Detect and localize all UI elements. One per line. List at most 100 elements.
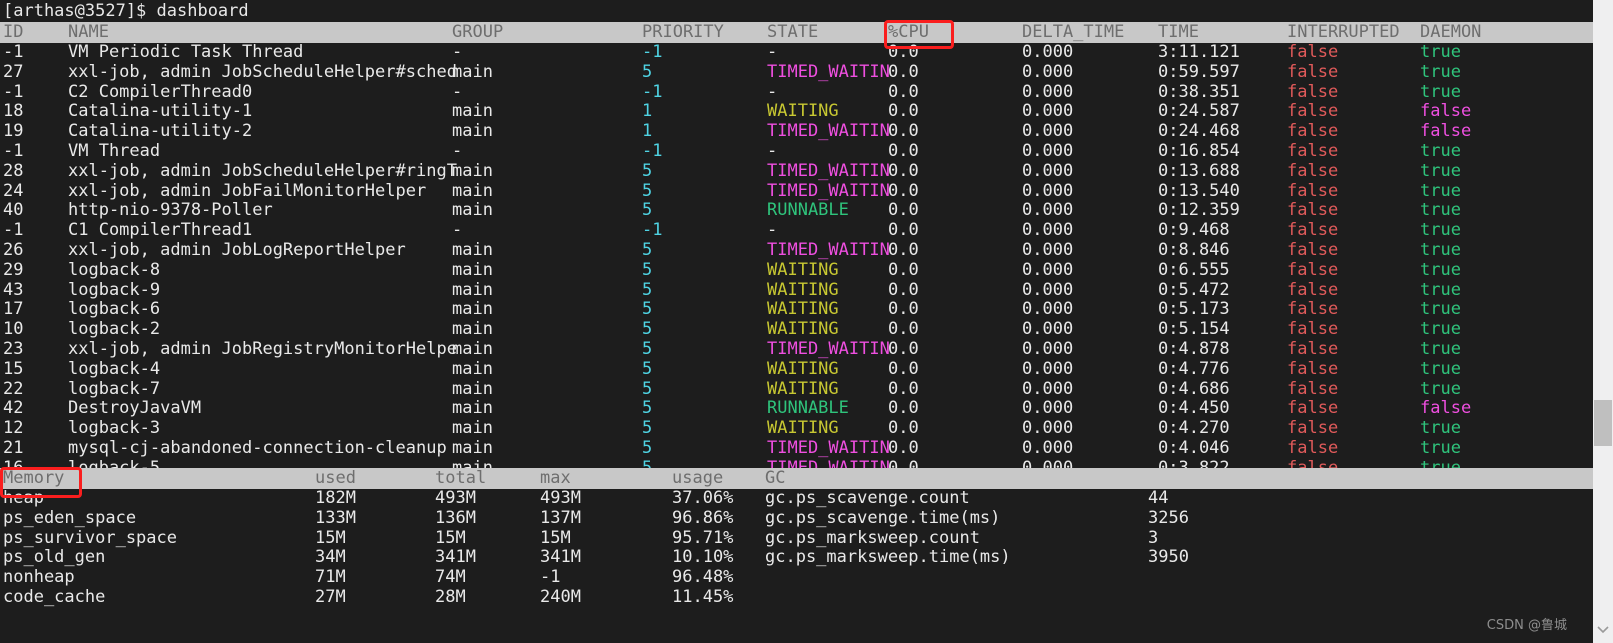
td-daemon: true [1420, 437, 1461, 458]
td-delta-time: 0.000 [1022, 81, 1074, 102]
td-state: - [767, 81, 778, 102]
td-interrupted: false [1287, 200, 1339, 221]
td-name: Catalina-utility-1 [68, 101, 253, 122]
td-interrupted: false [1287, 358, 1339, 379]
td-id: 26 [3, 239, 24, 260]
td-priority: 5 [642, 160, 653, 181]
td-state: - [767, 220, 778, 241]
td-group: main [452, 338, 493, 359]
terminal-window[interactable]: [arthas@3527]$ dashboard ID NAME GROUP P… [0, 0, 1593, 643]
td-name: logback-9 [68, 279, 161, 300]
td-state: TIMED_WAITIN [767, 61, 890, 82]
mh-max: max [540, 468, 571, 488]
td-delta-time: 0.000 [1022, 299, 1074, 320]
vertical-scrollbar-track[interactable] [1593, 0, 1613, 643]
td-id: 18 [3, 101, 24, 122]
md-name: ps_old_gen [3, 547, 106, 568]
thread-row: 18 Catalina-utility-1 main 1 WAITING 0.0 0.000… [0, 102, 1593, 122]
td-cpu: 0.0 [888, 101, 919, 122]
td-cpu: 0.0 [888, 160, 919, 181]
td-cpu: 0.0 [888, 220, 919, 241]
td-delta-time: 0.000 [1022, 239, 1074, 260]
td-id: -1 [3, 140, 24, 161]
td-delta-time: 0.000 [1022, 398, 1074, 419]
td-delta-time: 0.000 [1022, 61, 1074, 82]
td-priority: 5 [642, 398, 653, 419]
td-cpu: 0.0 [888, 418, 919, 439]
td-daemon: true [1420, 358, 1461, 379]
td-group: main [452, 358, 493, 379]
gc-label: gc.ps_scavenge.count [765, 488, 970, 508]
thread-row: 23 xxl-job, admin JobRegistryMonitorHelpe… [0, 338, 1593, 360]
td-daemon: true [1420, 319, 1461, 340]
td-priority: 5 [642, 418, 653, 439]
md-total: 74M [435, 567, 466, 588]
th-state: STATE [767, 22, 819, 42]
td-priority: -1 [642, 81, 663, 102]
thread-row: 10 logback-2 main 5 WAITING 0.0 0.000 0:5.154 fa… [0, 319, 1593, 340]
md-name: heap [3, 488, 44, 508]
thread-row: 26 xxl-job, admin JobLogReportHelper main 5… [0, 239, 1593, 261]
td-interrupted: false [1287, 299, 1339, 320]
td-id: 19 [3, 121, 24, 142]
td-daemon: true [1420, 338, 1461, 359]
td-interrupted: false [1287, 121, 1339, 142]
md-usage: 95.71% [672, 527, 734, 548]
td-time: 0:24.468 [1158, 121, 1240, 142]
memory-row: ps_survivor_space 15M 15M 15M 95.71% gc.ps_ma… [0, 527, 1593, 549]
td-priority: 5 [642, 338, 653, 359]
td-delta-time: 0.000 [1022, 279, 1074, 300]
td-daemon: true [1420, 42, 1461, 62]
td-time: 0:16.854 [1158, 140, 1240, 161]
md-used: 27M [315, 586, 346, 607]
td-daemon: true [1420, 200, 1461, 221]
td-delta-time: 0.000 [1022, 378, 1074, 399]
td-daemon: true [1420, 81, 1461, 102]
td-daemon: false [1420, 398, 1472, 419]
td-state: TIMED_WAITIN [767, 437, 890, 458]
chevron-down-icon[interactable] [1595, 621, 1611, 637]
td-id: 12 [3, 418, 24, 439]
td-name: xxl-job, admin JobScheduleHelper#ringT [68, 160, 457, 181]
td-priority: 5 [642, 279, 653, 300]
td-name: logback-7 [68, 378, 161, 399]
td-name: xxl-job, admin JobRegistryMonitorHelpe [68, 338, 457, 359]
gc-value: 3950 [1148, 547, 1189, 568]
mh-used: used [315, 468, 356, 488]
md-total: 136M [435, 507, 476, 528]
vertical-scrollbar-thumb[interactable] [1594, 400, 1612, 446]
td-id: 21 [3, 437, 24, 458]
td-delta-time: 0.000 [1022, 319, 1074, 340]
td-priority: -1 [642, 220, 663, 241]
td-id: 27 [3, 61, 24, 82]
td-time: 0:9.468 [1158, 220, 1230, 241]
td-time: 0:13.540 [1158, 180, 1240, 201]
md-max: 493M [540, 488, 581, 508]
td-time: 0:4.878 [1158, 338, 1230, 359]
md-max: 15M [540, 527, 571, 548]
td-id: 40 [3, 200, 24, 221]
td-interrupted: false [1287, 101, 1339, 122]
td-priority: 5 [642, 259, 653, 280]
td-cpu: 0.0 [888, 299, 919, 320]
thread-row: -1 VM Periodic Task Thread - -1 - 0.0 0.000 3:1… [0, 42, 1593, 63]
thread-table-body: -1 VM Periodic Task Thread - -1-0.0 0.000 3:1… [0, 42, 1593, 479]
td-priority: 5 [642, 200, 653, 221]
td-group: main [452, 437, 493, 458]
td-state: - [767, 140, 778, 161]
td-name: logback-4 [68, 358, 161, 379]
td-interrupted: false [1287, 220, 1339, 241]
td-name: mysql-cj-abandoned-connection-cleanup [68, 437, 447, 458]
td-daemon: true [1420, 140, 1461, 161]
td-cpu: 0.0 [888, 200, 919, 221]
td-group: main [452, 259, 493, 280]
td-delta-time: 0.000 [1022, 42, 1074, 62]
td-state: TIMED_WAITIN [767, 160, 890, 181]
td-cpu: 0.0 [888, 398, 919, 419]
td-interrupted: false [1287, 279, 1339, 300]
td-group: - [452, 220, 463, 241]
td-id: 17 [3, 299, 24, 320]
td-delta-time: 0.000 [1022, 437, 1074, 458]
td-group: main [452, 299, 493, 320]
md-used: 34M [315, 547, 346, 568]
